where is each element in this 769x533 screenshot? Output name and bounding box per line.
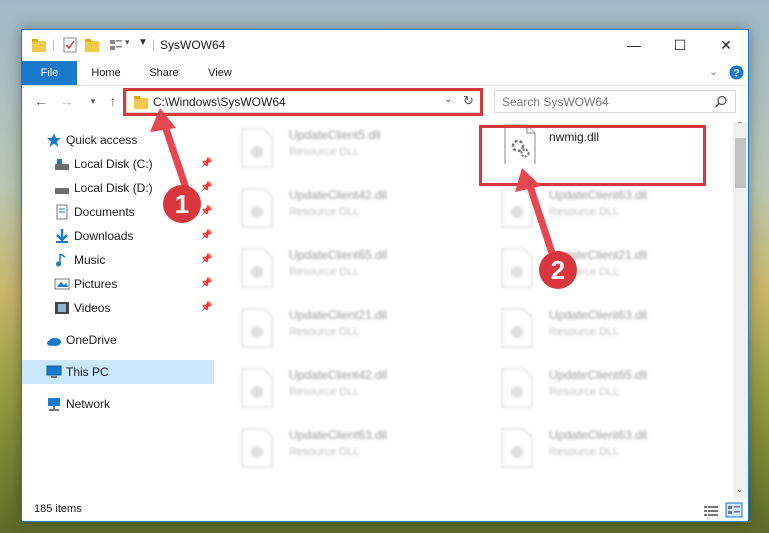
step-badge-1: 1	[163, 185, 201, 223]
step-badge-2: 2	[539, 251, 577, 289]
annotation-arrows	[150, 108, 559, 266]
